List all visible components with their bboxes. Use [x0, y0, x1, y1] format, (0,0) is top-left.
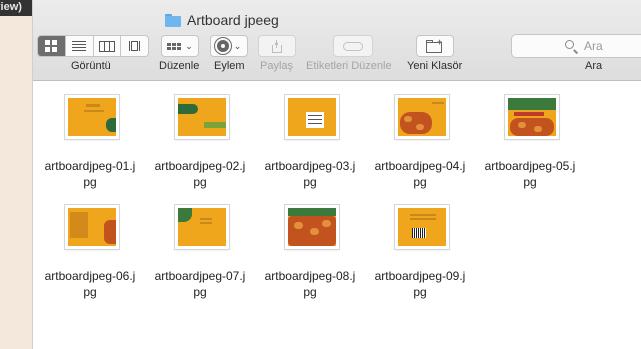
arrange-label: Düzenle [159, 60, 200, 72]
file-name-ext: pg [193, 175, 207, 189]
file-name-ext: pg [303, 175, 317, 189]
window-title: Artboard jpeeg [165, 10, 279, 30]
window-title-text: Artboard jpeeg [187, 12, 279, 28]
file-thumbnail [394, 94, 450, 140]
file-item[interactable]: artboardjpeg-05.j pg [475, 81, 585, 191]
file-name: artboardjpeg-09.j [374, 269, 466, 283]
background-window [0, 0, 33, 349]
file-item[interactable]: artboardjpeg-04.j pg [365, 81, 475, 191]
file-name: artboardjpeg-07.j [154, 269, 246, 283]
file-thumbnail [174, 204, 230, 250]
file-name-ext: pg [523, 175, 537, 189]
view-label: Görüntü [71, 60, 111, 72]
file-item[interactable]: artboardjpeg-08.j pg [255, 191, 365, 301]
file-name-ext: pg [83, 285, 97, 299]
file-name: artboardjpeg-01.j [44, 159, 136, 173]
file-thumbnail [504, 94, 560, 140]
file-name: artboardjpeg-05.j [484, 159, 576, 173]
file-thumbnail [64, 94, 120, 140]
file-name-ext: pg [303, 285, 317, 299]
search-input[interactable]: Ara [511, 34, 641, 58]
file-name-ext: pg [83, 175, 97, 189]
background-window-title: review) [0, 1, 22, 13]
search-placeholder: Ara [584, 39, 603, 53]
search-icon [565, 40, 574, 49]
file-item[interactable]: artboardjpeg-09.j pg [365, 191, 475, 301]
file-name-ext: pg [193, 285, 207, 299]
file-item[interactable]: artboardjpeg-03.j pg [255, 81, 365, 191]
share-button[interactable]: ▲ [258, 35, 296, 57]
file-name-ext: pg [413, 175, 427, 189]
icon-view-icon [45, 40, 58, 52]
file-name: artboardjpeg-08.j [264, 269, 356, 283]
share-label: Paylaş [260, 60, 294, 72]
new-folder-label: Yeni Klasör [407, 60, 463, 72]
file-item[interactable]: artboardjpeg-02.j pg [145, 81, 255, 191]
file-thumbnail [64, 204, 120, 250]
file-thumbnail [284, 204, 340, 250]
gallery-view-button[interactable] [121, 36, 148, 56]
view-mode-control [37, 35, 149, 57]
column-view-icon [98, 40, 115, 52]
list-view-icon [72, 41, 87, 51]
arrange-icon [167, 42, 182, 50]
chevron-down-icon: ⌄ [233, 40, 242, 51]
file-name: artboardjpeg-04.j [374, 159, 466, 173]
icon-view-button[interactable] [38, 36, 66, 56]
finder-toolbar: Artboard jpeeg Görüntü ⌄ Düzenle ⌄ Eylem… [33, 0, 641, 81]
file-name: artboardjpeg-02.j [154, 159, 246, 173]
cover-flow-icon [129, 41, 141, 51]
edit-tags-button[interactable] [333, 35, 373, 57]
arrange-button[interactable]: ⌄ [161, 35, 199, 57]
new-folder-icon: + [426, 37, 444, 53]
action-button[interactable]: ⌄ [210, 35, 248, 57]
file-thumbnail [284, 94, 340, 140]
file-thumbnail [394, 204, 450, 250]
new-folder-button[interactable]: + [416, 35, 454, 57]
file-thumbnail [174, 94, 230, 140]
tag-icon [343, 41, 363, 51]
background-window-titlebar: review) [0, 0, 33, 16]
file-item[interactable]: artboardjpeg-06.j pg [35, 191, 145, 301]
file-name: artboardjpeg-06.j [44, 269, 136, 283]
file-name-ext: pg [413, 285, 427, 299]
column-view-button[interactable] [94, 36, 122, 56]
file-name: artboardjpeg-03.j [264, 159, 356, 173]
file-icon-grid: artboardjpeg-01.j pg artboardjpeg-02.j p… [33, 81, 641, 349]
edit-tags-label: Etiketleri Düzenle [306, 60, 392, 72]
search-label: Ara [585, 60, 603, 72]
share-icon: ▲ [271, 39, 283, 53]
folder-icon [165, 13, 181, 27]
chevron-down-icon: ⌄ [185, 40, 193, 51]
action-label: Eylem [214, 60, 245, 72]
file-item[interactable]: artboardjpeg-07.j pg [145, 191, 255, 301]
list-view-button[interactable] [66, 36, 94, 56]
gear-icon [216, 40, 229, 52]
file-item[interactable]: artboardjpeg-01.j pg [35, 81, 145, 191]
search-icon-handle [573, 49, 579, 54]
